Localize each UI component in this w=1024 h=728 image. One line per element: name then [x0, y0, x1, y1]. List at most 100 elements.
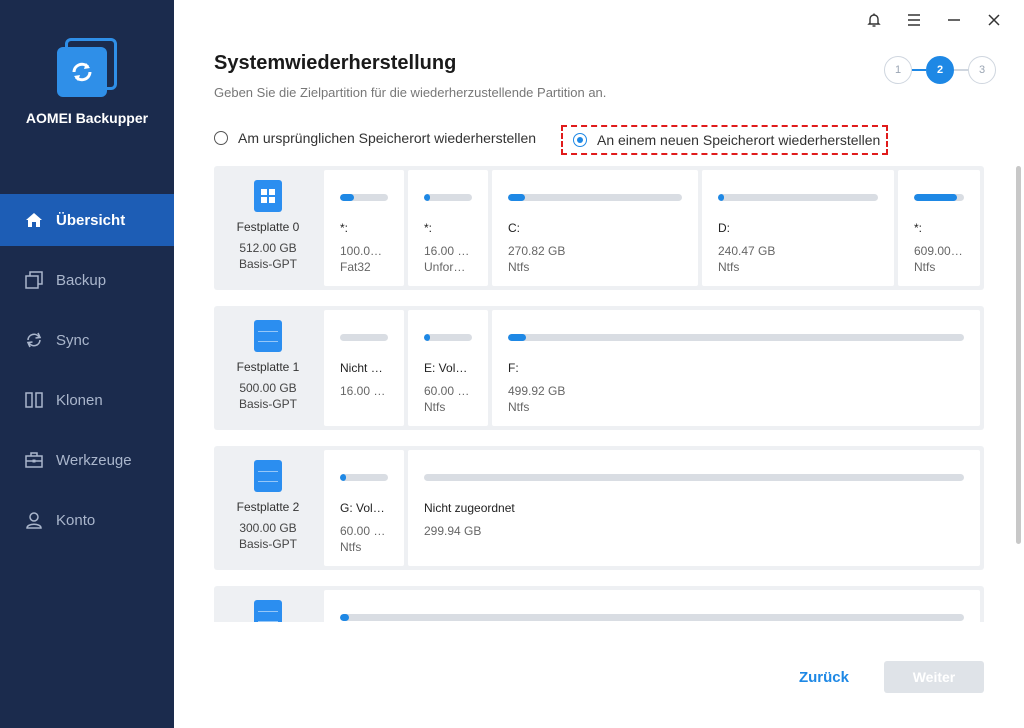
- partition-card[interactable]: D: 240.47 GB Ntfs: [702, 170, 894, 286]
- disk-type: Basis-GPT: [238, 397, 297, 411]
- partition-size: 60.00 MB: [424, 384, 472, 398]
- sidebar-item-label: Backup: [56, 271, 107, 289]
- app-name: AOMEI Backupper: [25, 110, 149, 126]
- back-button[interactable]: Zurück: [784, 661, 864, 693]
- option-original-location[interactable]: Am ursprünglichen Speicherort wiederhers…: [214, 130, 536, 146]
- disk-list: Festplatte 0 512.00 GB Basis-GPT *: 100.…: [214, 166, 984, 622]
- partition-card[interactable]: *: 609.00 MB Ntfs: [898, 170, 980, 286]
- option-label: An einem neuen Speicherort wiederherstel…: [597, 132, 881, 148]
- usage-fill: [508, 334, 527, 341]
- disk-size: 300.00 GB: [239, 521, 297, 535]
- usage-bar: [718, 194, 878, 201]
- disk-name: Festplatte 2: [236, 500, 300, 514]
- minimize-icon[interactable]: [934, 8, 974, 32]
- next-button[interactable]: Weiter: [884, 661, 984, 693]
- sidebar-item-clone[interactable]: Klonen: [0, 374, 174, 426]
- disk-name: Festplatte 1: [236, 360, 300, 374]
- partition-card[interactable]: G: Volume 60.00 MB Ntfs: [324, 450, 404, 566]
- option-new-location[interactable]: An einem neuen Speicherort wiederherstel…: [561, 125, 888, 155]
- usage-fill: [424, 194, 430, 201]
- page-title: Systemwiederherstellung: [214, 52, 457, 74]
- usage-fill: [914, 194, 957, 201]
- sidebar-item-backup[interactable]: Backup: [0, 254, 174, 306]
- partition-size: 100.00 MB: [340, 244, 388, 258]
- partition-fs: Ntfs: [508, 400, 530, 414]
- partition-card[interactable]: *: 16.00 MB Unformat...: [408, 170, 488, 286]
- radio-button[interactable]: [214, 131, 228, 145]
- partition-fs: Ntfs: [508, 260, 530, 274]
- disk-info: [214, 586, 322, 622]
- disk-row: Festplatte 0 512.00 GB Basis-GPT *: 100.…: [214, 166, 984, 290]
- step-1: 1: [884, 56, 912, 84]
- partition-fs: Ntfs: [340, 540, 362, 554]
- partition-size: 299.94 GB: [424, 524, 482, 538]
- disk-type: Basis-GPT: [238, 257, 297, 271]
- usage-fill: [424, 334, 430, 341]
- option-label: Am ursprünglichen Speicherort wiederhers…: [238, 130, 537, 146]
- usage-fill: [340, 614, 350, 621]
- sidebar-item-label: Klonen: [56, 391, 103, 409]
- disk-name: Festplatte 0: [236, 220, 300, 234]
- sidebar-item-label: Übersicht: [56, 211, 126, 229]
- step-2: 2: [926, 56, 954, 84]
- partition-card[interactable]: Nicht zugeordnet 299.94 GB: [408, 450, 980, 566]
- user-icon: [24, 510, 44, 530]
- step-indicator: 1 2 3: [884, 56, 996, 84]
- disk-row: Festplatte 2 300.00 GB Basis-GPT G: Volu…: [214, 446, 984, 570]
- sidebar-nav: Übersicht Backup Sync Klonen Werkzeuge K…: [0, 194, 174, 554]
- usage-fill: [718, 194, 724, 201]
- partition-fs: Ntfs: [718, 260, 740, 274]
- partition-card[interactable]: Nicht zu... 16.00 MB: [324, 310, 404, 426]
- menu-icon[interactable]: [894, 8, 934, 32]
- partition-fs: Ntfs: [914, 260, 936, 274]
- partition-fs: Fat32: [340, 260, 371, 274]
- close-icon[interactable]: [974, 8, 1014, 32]
- partition-name: C:: [508, 221, 520, 235]
- disk-row: Festplatte 1 500.00 GB Basis-GPT Nicht z…: [214, 306, 984, 430]
- partition-card[interactable]: C: 270.82 GB Ntfs: [492, 170, 698, 286]
- partition-size: 499.92 GB: [508, 384, 566, 398]
- disk-size: 500.00 GB: [239, 381, 297, 395]
- usage-bar: [508, 334, 964, 341]
- partition-size: 240.47 GB: [718, 244, 776, 258]
- sidebar-item-tools[interactable]: Werkzeuge: [0, 434, 174, 486]
- step-3: 3: [968, 56, 996, 84]
- partition-fs: Unformat...: [424, 260, 472, 274]
- usage-bar: [424, 334, 472, 341]
- sidebar-item-account[interactable]: Konto: [0, 494, 174, 546]
- usage-fill: [340, 194, 355, 201]
- partition-name: *:: [340, 221, 349, 235]
- radio-button-checked[interactable]: [573, 133, 587, 147]
- disk-info: Festplatte 1 500.00 GB Basis-GPT: [214, 306, 322, 430]
- usage-bar: [340, 474, 388, 481]
- partition-name: D:: [718, 221, 730, 235]
- partition-name: F:: [508, 361, 519, 375]
- app-logo: [57, 38, 117, 98]
- sidebar-item-label: Werkzeuge: [56, 451, 132, 469]
- usage-fill: [340, 474, 346, 481]
- disk-icon: [254, 460, 282, 492]
- partition-name: *:: [424, 221, 433, 235]
- disk-size: 512.00 GB: [239, 241, 297, 255]
- partition-card[interactable]: [324, 590, 980, 622]
- usage-bar: [424, 194, 472, 201]
- partition-size: 16.00 MB: [424, 244, 472, 258]
- disk-icon: [254, 320, 282, 352]
- page-subtitle: Geben Sie die Zielpartition für die wied…: [214, 85, 607, 100]
- usage-bar: [340, 614, 964, 621]
- partition-card[interactable]: E: Volume 60.00 MB Ntfs: [408, 310, 488, 426]
- disk-row: [214, 586, 984, 622]
- partition-name: E: Volume: [424, 361, 472, 375]
- sidebar-item-overview[interactable]: Übersicht: [0, 194, 174, 246]
- usage-bar: [340, 194, 388, 201]
- partition-card[interactable]: F: 499.92 GB Ntfs: [492, 310, 980, 426]
- disk-type: Basis-GPT: [238, 537, 297, 551]
- scrollbar[interactable]: [1016, 166, 1021, 544]
- windows-disk-icon: [254, 180, 282, 212]
- step-connector: [954, 69, 968, 71]
- sidebar: AOMEI Backupper Übersicht Backup Sync Kl…: [0, 0, 174, 728]
- usage-bar: [424, 474, 964, 481]
- sidebar-item-sync[interactable]: Sync: [0, 314, 174, 366]
- partition-card[interactable]: *: 100.00 MB Fat32: [324, 170, 404, 286]
- bell-icon[interactable]: [854, 8, 894, 32]
